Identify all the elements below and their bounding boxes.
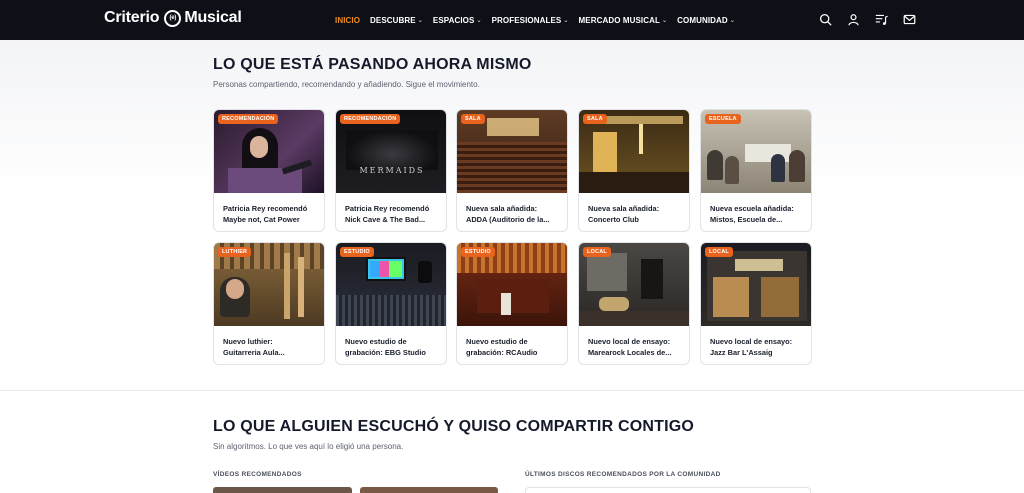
video-thumbnail[interactable] [213,487,352,493]
activity-card[interactable]: ESTUDIO Nuevo estudio de grabación: RCAudi… [456,242,568,365]
card-text: Nuevo local de ensayo: Marearock Locales … [588,336,686,358]
nav-item-comunidad[interactable]: COMUNIDAD ⌄ [677,16,735,25]
card-line-1: Nueva escuela añadida: [710,204,794,213]
category-tag: LOCAL [705,247,733,257]
activity-card[interactable]: LOCAL Nuevo local de ensayo: Marearock Loc… [578,242,690,365]
category-tag: SALA [583,114,607,124]
nav-item-label: DESCUBRE [370,15,416,25]
activity-card[interactable]: ESTUDIO Nuevo estudio de grabación: EBG St… [335,242,447,365]
section-divider [0,390,1024,391]
card-image: ESCUELA [701,110,811,193]
chevron-down-icon: ⌄ [476,17,482,24]
video-thumbnail[interactable] [360,487,498,493]
activity-card[interactable]: SALA Nueva sala añadida: Concerto Club [578,109,690,232]
site-logo[interactable]: Criterio (e) Musical [104,9,242,27]
card-line-2: Guitarreria Aula... [223,348,285,357]
card-image: LOCAL [701,243,811,326]
header-tools [818,12,916,26]
activity-card[interactable]: LOCAL Nuevo local de ensayo: Jazz Bar L'As… [700,242,812,365]
top-navigation-bar: Criterio (e) Musical INICIO DESCUBRE ⌄ ESPA… [0,0,1024,40]
shared-title: LO QUE ALGUIEN ESCUCHÓ Y QUISO COMPARTIR… [213,418,695,435]
card-line-1: Nuevo local de ensayo: [710,337,793,346]
logo-text-left: Criterio [104,9,160,26]
card-line-1: Patricia Rey recomendó [223,204,308,213]
search-icon[interactable] [818,12,832,26]
card-text: Nuevo luthier: Guitarreria Aula... [223,336,321,358]
activity-card[interactable]: RECOMENDACIÓN Patricia Rey recomendó Maybe… [213,109,325,232]
card-image: RECOMENDACIÓN [214,110,324,193]
card-line-1: Nuevo estudio de [345,337,407,346]
card-text: Nueva escuela añadida: Mistos, Escuela de… [710,203,808,225]
nav-item-label: ESPACIOS [432,15,475,25]
user-icon[interactable] [846,12,860,26]
nav-item-descubre[interactable]: DESCUBRE ⌄ [370,16,423,25]
chevron-down-icon: ⌄ [729,17,735,24]
nav-item-profesionales[interactable]: PROFESIONALES ⌄ [492,16,569,25]
card-line-2: ADDA (Auditorio de la... [466,215,550,224]
logo-text-right: Musical [184,9,242,26]
card-image: ESTUDIO [336,243,446,326]
discs-label: ÚLTIMOS DISCOS RECOMENDADOS POR LA COMUN… [525,471,721,478]
category-tag: LOCAL [583,247,611,257]
category-tag: RECOMENDACIÓN [340,114,401,124]
card-text: Patricia Rey recomendó Nick Cave & The Ba… [345,203,443,225]
card-line-1: Nueva sala añadida: [466,204,538,213]
card-line-2: Concerto Club [588,215,639,224]
videos-label: VÍDEOS RECOMENDADOS [213,471,302,478]
category-tag: ESTUDIO [340,247,374,257]
activity-card[interactable]: SALA Nueva sala añadida: ADDA (Auditorio d… [456,109,568,232]
nav-item-espacios[interactable]: ESPACIOS ⌄ [433,16,482,25]
playlist-icon[interactable] [874,12,888,26]
category-tag: ESTUDIO [461,247,495,257]
logo-mark-icon: (e) [164,9,182,27]
card-line-1: Nueva sala añadida: [588,204,660,213]
card-line-1: Patricia Rey recomendó [345,204,430,213]
card-line-2: grabación: RCAudio [466,348,538,357]
chevron-down-icon: ⌄ [563,17,569,24]
category-tag: ESCUELA [705,114,741,124]
nav-item-inicio[interactable]: INICIO [335,16,360,25]
card-text: Nueva sala añadida: Concerto Club [588,203,686,225]
card-image: LUTHIER [214,243,324,326]
shared-subtitle: Sin algoritmos. Lo que ves aquí lo eligi… [213,442,404,451]
activity-title: LO QUE ESTÁ PASANDO AHORA MISMO [213,56,532,73]
card-line-2: Maybe not, Cat Power [223,215,300,224]
card-image: MERMAIDS RECOMENDACIÓN [336,110,446,193]
card-line-2: grabación: EBG Studio [345,348,426,357]
card-image: SALA [457,110,567,193]
nav-item-label: PROFESIONALES [491,15,562,25]
activity-card[interactable]: ESCUELA Nueva escuela añadida: Mistos, Esc… [700,109,812,232]
category-tag: LUTHIER [218,247,252,257]
chevron-down-icon: ⌄ [662,17,668,24]
main-nav: INICIO DESCUBRE ⌄ ESPACIOS ⌄ PROFESIONALES ⌄ ME… [335,0,735,40]
mail-icon[interactable] [902,12,916,26]
card-text: Patricia Rey recomendó Maybe not, Cat Pow… [223,203,321,225]
card-text: Nuevo estudio de grabación: EBG Studio [345,336,443,358]
nav-item-label: INICIO [335,15,361,25]
chevron-down-icon: ⌄ [417,17,423,24]
card-line-1: Nuevo estudio de [466,337,528,346]
category-tag: SALA [461,114,485,124]
disc-list [525,487,811,493]
card-text: Nuevo local de ensayo: Jazz Bar L'Assaig [710,336,808,358]
nav-item-label: MERCADO MUSICAL [578,15,660,25]
card-text: Nueva sala añadida: ADDA (Auditorio de la… [466,203,564,225]
card-text: Nuevo estudio de grabación: RCAudio [466,336,564,358]
cover-title: MERMAIDS [359,166,425,175]
activity-subtitle: Personas compartiendo, recomendando y añ… [213,80,480,89]
activity-card[interactable]: LUTHIER Nuevo luthier: Guitarreria Aula... [213,242,325,365]
card-line-1: Nuevo local de ensayo: [588,337,671,346]
card-line-2: Mistos, Escuela de... [710,215,783,224]
card-line-1: Nuevo luthier: [223,337,273,346]
card-image: ESTUDIO [457,243,567,326]
nav-item-mercado-musical[interactable]: MERCADO MUSICAL ⌄ [579,16,668,25]
card-line-2: Marearock Locales de... [588,348,672,357]
nav-item-label: COMUNIDAD [677,15,728,25]
card-line-2: Nick Cave & The Bad... [345,215,426,224]
card-image: LOCAL [579,243,689,326]
category-tag: RECOMENDACIÓN [218,114,279,124]
card-line-2: Jazz Bar L'Assaig [710,348,773,357]
card-image: SALA [579,110,689,193]
activity-card[interactable]: MERMAIDS RECOMENDACIÓN Patricia Rey recome… [335,109,447,232]
